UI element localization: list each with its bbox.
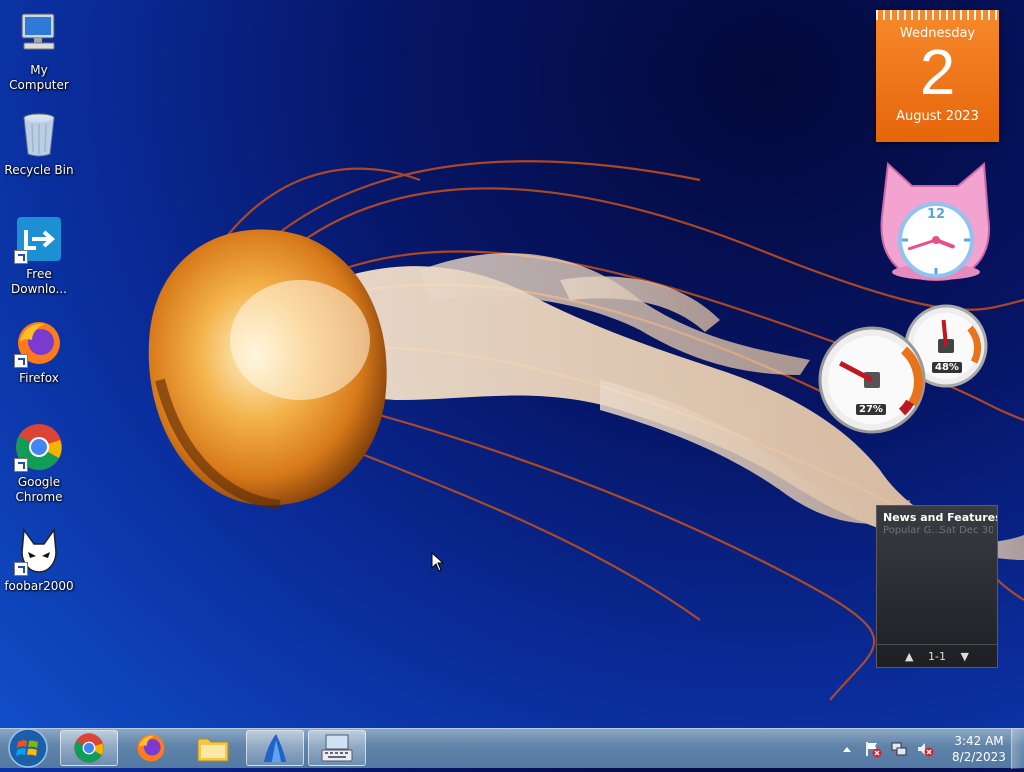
desktop-icon-label-line1: Free bbox=[26, 267, 52, 281]
taskbar-clock[interactable]: 3:42 AM 8/2/2023 bbox=[950, 733, 1008, 765]
desktop-icon-foobar2000[interactable]: foobar2000 bbox=[0, 526, 78, 594]
calendar-gadget[interactable]: Wednesday 2 August 2023 bbox=[876, 10, 999, 142]
clock-number-12: 12 bbox=[927, 207, 945, 222]
desktop-icon-label: Recycle Bin bbox=[4, 163, 74, 177]
feed-headline[interactable]: News and Features f... bbox=[877, 506, 997, 524]
cpu-gauge bbox=[818, 326, 926, 434]
action-center-button[interactable] bbox=[864, 740, 882, 758]
chrome-icon bbox=[74, 733, 104, 763]
desktop-icon-firefox[interactable]: Firefox bbox=[0, 318, 78, 386]
feed-pager: ▲ 1-1 ▼ bbox=[877, 644, 997, 667]
volume-muted-icon bbox=[918, 743, 934, 757]
computer-icon bbox=[14, 10, 64, 60]
chevron-up-icon bbox=[843, 747, 851, 752]
feed-page-indicator: 1-1 bbox=[928, 649, 946, 663]
desktop[interactable]: My Computer Recycle Bin Free Downlo... F… bbox=[0, 0, 1024, 728]
chrome-icon bbox=[14, 422, 64, 472]
taskbar-button-firefox[interactable] bbox=[122, 730, 180, 766]
recycle-bin-icon bbox=[14, 110, 64, 160]
feed-source: Popular G... bbox=[883, 525, 940, 536]
taskbar-time: 3:42 AM bbox=[954, 734, 1004, 748]
feed-date: Sat Dec 30 bbox=[939, 525, 993, 536]
calendar-month-year: August 2023 bbox=[896, 109, 979, 124]
feed-next-arrow-icon[interactable]: ▼ bbox=[961, 650, 969, 663]
feed-previous-arrow-icon[interactable]: ▲ bbox=[905, 650, 913, 663]
desktop-icon-google-chrome[interactable]: Google Chrome bbox=[0, 422, 78, 505]
cpu-meter-gadget[interactable]: 27% 48% bbox=[818, 304, 990, 434]
taskbar-button-file-explorer[interactable] bbox=[184, 730, 242, 766]
feed-meta: Popular G... Sat Dec 30 bbox=[877, 524, 997, 536]
taskbar-button-app[interactable] bbox=[246, 730, 304, 766]
shortcut-arrow-icon bbox=[14, 458, 28, 472]
desktop-icon-label-line1: Google bbox=[17, 475, 61, 489]
show-hidden-icons-button[interactable] bbox=[838, 740, 856, 758]
folder-icon bbox=[197, 738, 229, 762]
shortcut-arrow-icon bbox=[14, 354, 28, 368]
taskbar-date: 8/2/2023 bbox=[952, 750, 1006, 764]
show-desktop-button[interactable] bbox=[1011, 729, 1024, 769]
desktop-icon-recycle-bin[interactable]: Recycle Bin bbox=[0, 110, 78, 178]
calendar-day: 2 bbox=[919, 36, 956, 108]
desktop-icon-free-download-manager[interactable]: Free Downlo... bbox=[0, 214, 78, 297]
taskbar-button-chrome[interactable] bbox=[60, 730, 118, 766]
memory-usage-value: 48% bbox=[932, 362, 962, 373]
blue-sail-icon bbox=[264, 734, 286, 762]
desktop-icon-label: foobar2000 bbox=[4, 579, 74, 593]
network-button[interactable] bbox=[890, 740, 908, 758]
free-download-manager-icon bbox=[14, 214, 64, 264]
mouse-cursor-icon bbox=[431, 552, 445, 572]
desktop-icon-label: My Computer bbox=[9, 63, 69, 92]
foobar2000-icon bbox=[14, 526, 64, 576]
network-icon bbox=[891, 742, 907, 756]
feed-headlines-gadget[interactable]: News and Features f... Popular G... Sat … bbox=[876, 505, 998, 668]
desktop-icon-label-line2: Downlo... bbox=[11, 282, 67, 296]
shortcut-arrow-icon bbox=[14, 562, 28, 576]
calendar-rings bbox=[876, 10, 999, 20]
shortcut-arrow-icon bbox=[14, 250, 28, 264]
keyboard-icon bbox=[321, 734, 353, 762]
firefox-icon bbox=[137, 734, 165, 762]
action-center-flag-icon bbox=[866, 742, 882, 758]
taskbar-button-on-screen-keyboard[interactable] bbox=[308, 730, 366, 766]
clock-gadget[interactable]: 12 bbox=[876, 156, 994, 286]
firefox-icon bbox=[14, 318, 64, 368]
windows-logo-icon bbox=[8, 728, 48, 768]
desktop-icon-label-line2: Chrome bbox=[15, 490, 63, 504]
notification-area: 3:42 AM 8/2/2023 bbox=[834, 729, 1008, 769]
desktop-icon-my-computer[interactable]: My Computer bbox=[0, 10, 78, 93]
desktop-icon-label: Firefox bbox=[19, 371, 59, 385]
volume-button[interactable] bbox=[916, 740, 934, 758]
cpu-usage-value: 27% bbox=[856, 404, 886, 415]
start-button[interactable] bbox=[2, 727, 54, 769]
taskbar: 3:42 AM 8/2/2023 bbox=[0, 727, 1024, 769]
